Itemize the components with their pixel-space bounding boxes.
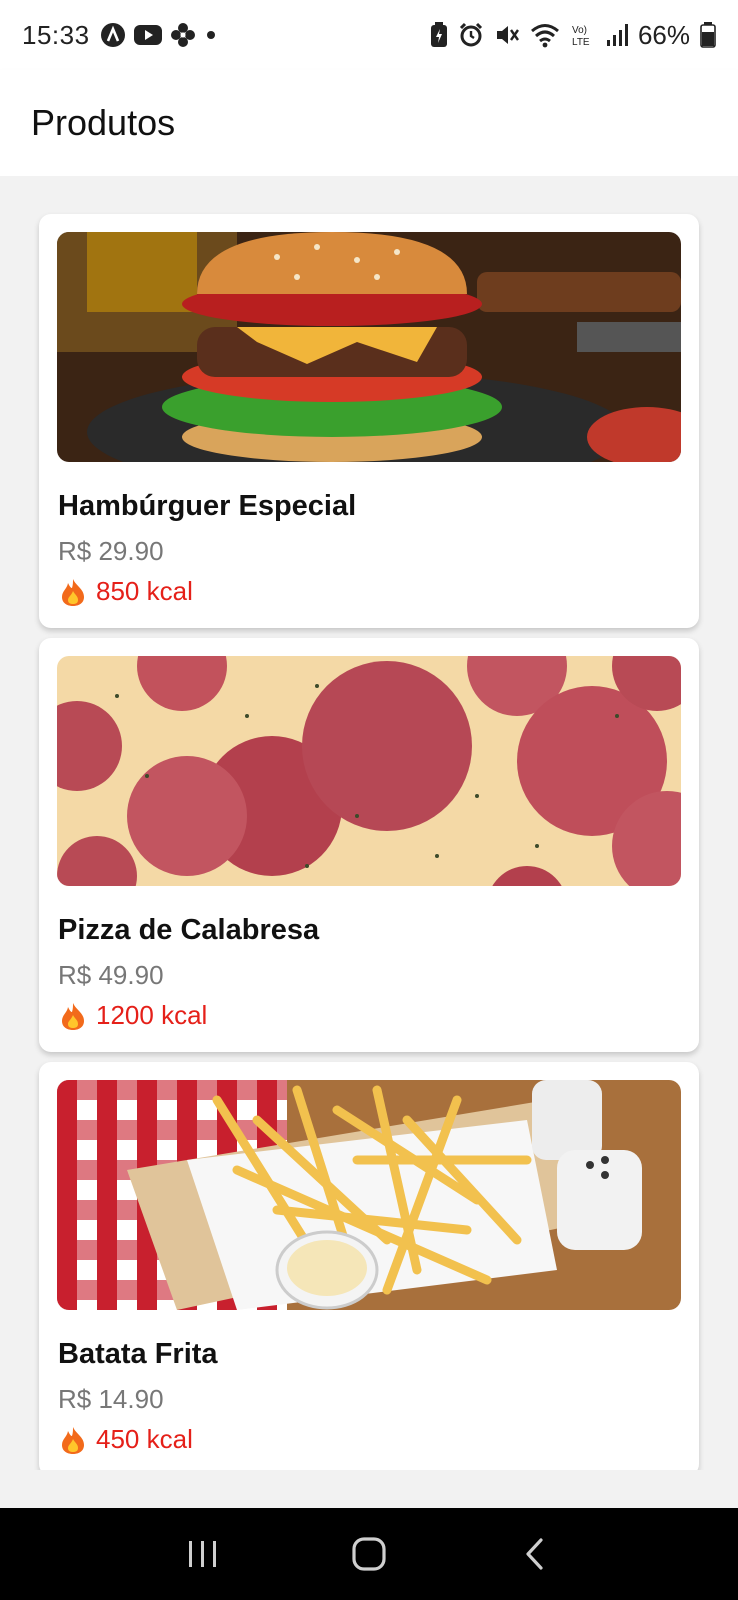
- page-title: Produtos: [31, 102, 176, 143]
- fries-image: [57, 1080, 681, 1310]
- dot-icon: [204, 28, 218, 42]
- product-card[interactable]: Hambúrguer Especial R$ 29.90 850 kcal: [39, 214, 699, 628]
- fire-icon: [58, 577, 88, 607]
- notification-icons: [100, 22, 218, 48]
- svg-text:Vo): Vo): [572, 25, 587, 36]
- back-icon[interactable]: [505, 1524, 565, 1584]
- product-name: Batata Frita: [58, 1338, 218, 1370]
- battery-icon: [700, 22, 716, 48]
- product-card[interactable]: Pizza de Calabresa R$ 49.90 1200 kcal: [39, 638, 699, 1052]
- volte-icon: Vo) LTE: [570, 22, 596, 48]
- calories-value: 1200 kcal: [96, 1000, 208, 1030]
- mute-icon: [494, 22, 520, 48]
- product-price: R$ 29.90: [58, 536, 164, 566]
- battery-percentage: 66%: [637, 19, 690, 50]
- status-time: 15:33: [22, 19, 90, 50]
- product-name: Pizza de Calabresa: [58, 914, 320, 946]
- fire-icon: [58, 1425, 88, 1455]
- fire-icon: [58, 1001, 88, 1031]
- battery-saver-icon: [430, 22, 448, 48]
- product-card[interactable]: Batata Frita R$ 14.90 450 kcal: [39, 1062, 699, 1470]
- product-name: Hambúrguer Especial: [58, 490, 357, 522]
- burger-image: [57, 232, 681, 462]
- pinwheel-icon: [170, 22, 196, 48]
- calories-value: 850 kcal: [96, 576, 193, 606]
- product-calories: 850 kcal: [58, 576, 193, 607]
- alarm-icon: [458, 22, 484, 48]
- product-calories: 450 kcal: [58, 1424, 193, 1455]
- calories-value: 450 kcal: [96, 1424, 193, 1454]
- status-bar: 15:33 Vo) LTE 66%: [0, 0, 738, 70]
- pizza-image: [57, 656, 681, 886]
- home-icon[interactable]: [339, 1524, 399, 1584]
- recents-icon[interactable]: [173, 1524, 233, 1584]
- navigation-bar: [0, 1508, 738, 1600]
- product-list[interactable]: Hambúrguer Especial R$ 29.90 850 kcal Pi…: [0, 176, 738, 1470]
- svg-text:LTE: LTE: [572, 37, 590, 48]
- product-price: R$ 49.90: [58, 960, 164, 990]
- system-icons: Vo) LTE 66%: [430, 20, 716, 51]
- product-price: R$ 14.90: [58, 1384, 164, 1414]
- app-header: Produtos: [0, 70, 738, 176]
- product-calories: 1200 kcal: [58, 1000, 207, 1031]
- youtube-icon: [133, 24, 162, 46]
- signal-icon: [606, 23, 628, 47]
- wifi-icon: [530, 22, 560, 48]
- a-circle-icon: [100, 22, 126, 48]
